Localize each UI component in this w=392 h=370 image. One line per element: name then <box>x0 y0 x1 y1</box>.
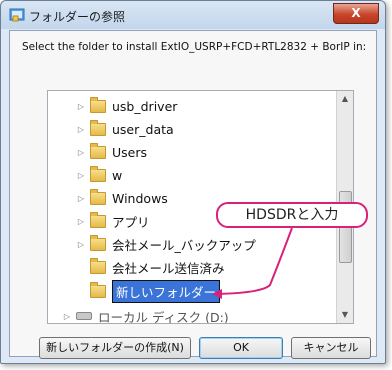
annotation-callout: HDSDRと入力 <box>216 202 368 228</box>
annotation-arrow <box>212 227 293 299</box>
